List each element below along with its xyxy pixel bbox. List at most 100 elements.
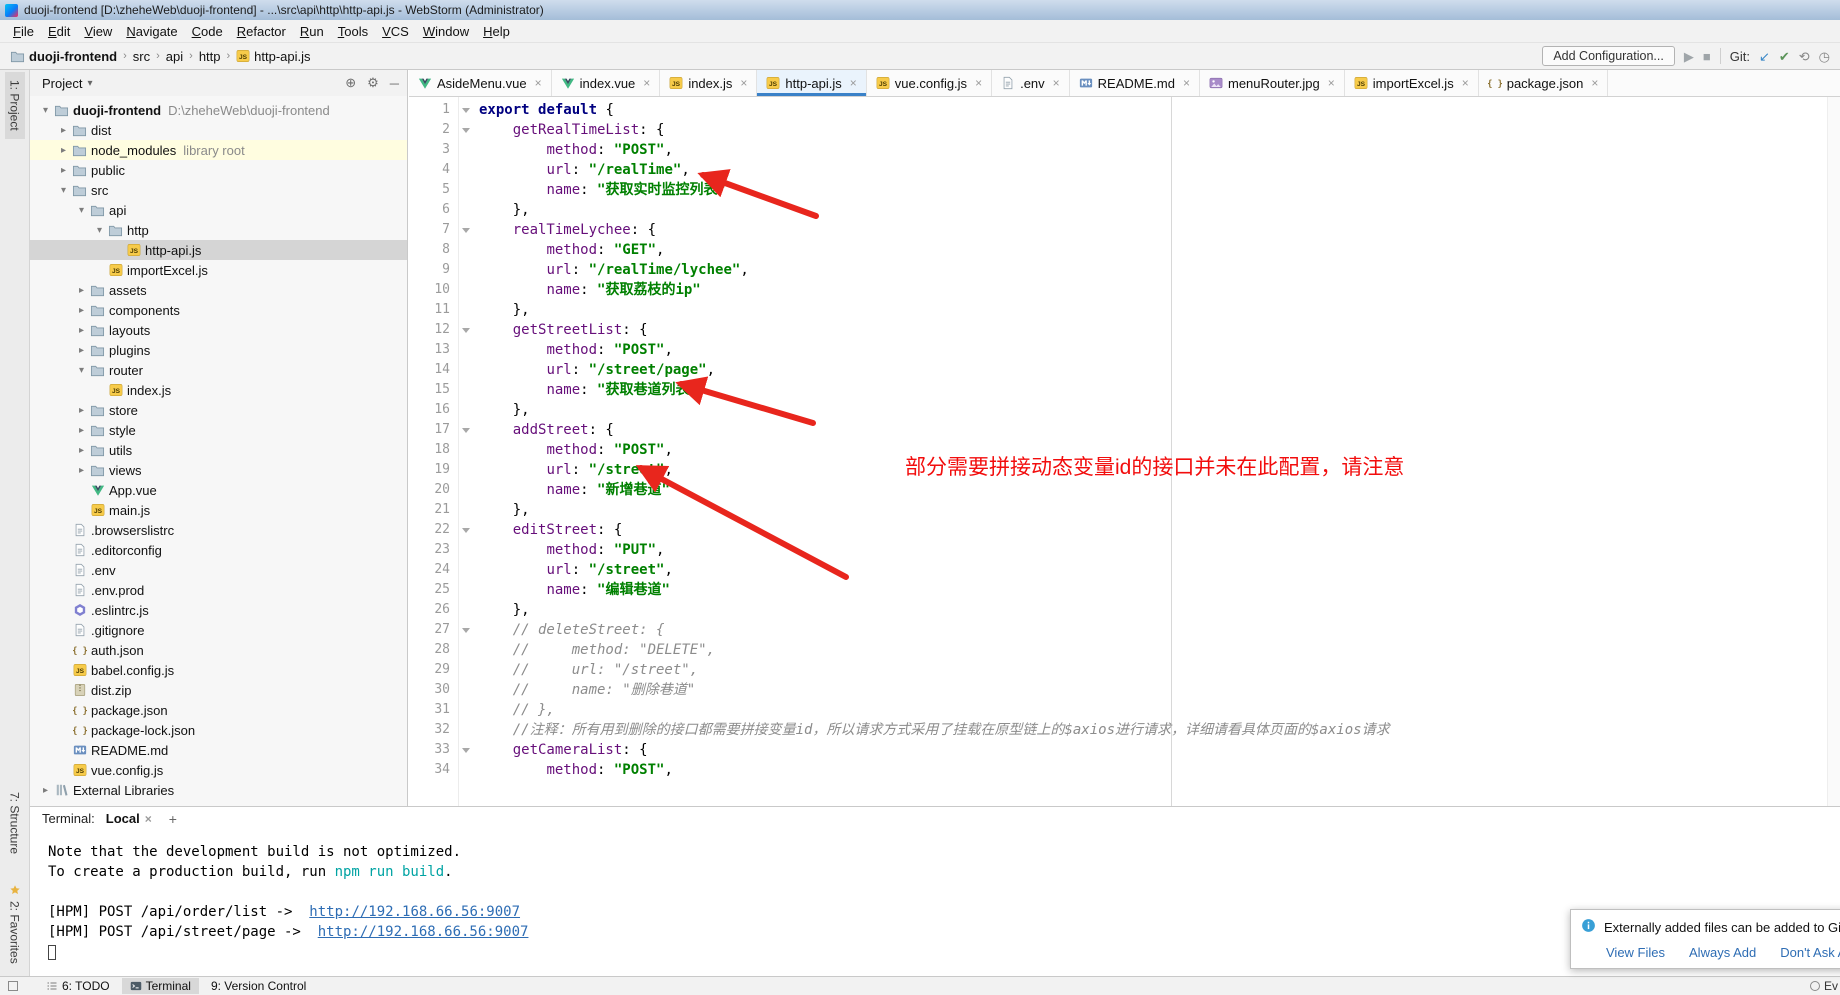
chevron-right-icon[interactable]: ▸ [38,785,53,796]
close-icon[interactable]: × [1591,76,1598,90]
close-icon[interactable]: × [1183,76,1190,90]
menu-item-run[interactable]: Run [293,22,331,41]
terminal-link[interactable]: http://192.168.66.56:9007 [309,904,520,920]
editor-tab[interactable]: JSindex.js× [660,70,757,96]
chevron-right-icon[interactable]: ▸ [74,325,89,336]
project-tree-item[interactable]: { }package-lock.json [30,720,407,740]
close-icon[interactable]: × [643,76,650,90]
close-icon[interactable]: × [145,812,152,826]
project-tree-item[interactable]: JShttp-api.js [30,240,407,260]
menu-item-view[interactable]: View [77,22,119,41]
chevron-right-icon[interactable]: ▸ [74,285,89,296]
fold-icon[interactable] [462,108,470,113]
project-tree-item[interactable]: ▾duoji-frontendD:\zheheWeb\duoji-fronten… [30,100,407,120]
project-tree-item[interactable]: dist.zip [30,680,407,700]
project-tree-item[interactable]: ▸plugins [30,340,407,360]
editor-tab[interactable]: { }package.json× [1479,70,1609,96]
chevron-right-icon[interactable]: ▸ [74,465,89,476]
breadcrumb-item[interactable]: duoji-frontend [10,49,117,64]
tool-stripe-2-favorites[interactable]: 2: Favorites [5,876,25,972]
chevron-right-icon[interactable]: ▸ [56,165,71,176]
editor-tab[interactable]: AsideMenu.vue× [409,70,552,96]
fold-icon[interactable] [462,628,470,633]
project-tree-item[interactable]: .browserslistrc [30,520,407,540]
menu-item-tools[interactable]: Tools [331,22,375,41]
statusbar-item-9-version-control[interactable]: 9: Version Control [203,978,314,994]
chevron-right-icon[interactable]: ▸ [74,425,89,436]
project-tree-item[interactable]: ▸utils [30,440,407,460]
chevron-right-icon[interactable]: ▸ [74,345,89,356]
settings-icon[interactable]: ⚙ [367,75,379,91]
close-icon[interactable]: × [535,76,542,90]
project-tree-item[interactable]: { }package.json [30,700,407,720]
close-icon[interactable]: × [1053,76,1060,90]
menu-item-code[interactable]: Code [185,22,230,41]
project-tree-item[interactable]: .env.prod [30,580,407,600]
hide-icon[interactable]: ─ [390,76,399,91]
tool-window-quick-access-icon[interactable] [8,981,18,991]
fold-icon[interactable] [462,328,470,333]
chevron-right-icon[interactable]: ▸ [74,445,89,456]
fold-icon[interactable] [462,528,470,533]
stop-icon[interactable]: ■ [1703,50,1711,63]
editor-tab[interactable]: README.md× [1070,70,1200,96]
statusbar-item-terminal[interactable]: Terminal [122,978,199,994]
project-tree[interactable]: ▾duoji-frontendD:\zheheWeb\duoji-fronten… [30,100,407,806]
menu-item-refactor[interactable]: Refactor [230,22,293,41]
close-icon[interactable]: × [850,76,857,90]
project-tree-item[interactable]: ▾http [30,220,407,240]
project-tree-item[interactable]: ▸dist [30,120,407,140]
editor-tab[interactable]: .env× [992,70,1070,96]
close-icon[interactable]: × [975,76,982,90]
project-tree-item[interactable]: README.md [30,740,407,760]
project-tree-item[interactable]: ▾src [30,180,407,200]
editor-tab[interactable]: menuRouter.jpg× [1200,70,1345,96]
chevron-right-icon[interactable]: ▸ [56,125,71,136]
git-rollback-icon[interactable]: ⟲ [1799,50,1810,63]
project-tree-item[interactable]: ▸assets [30,280,407,300]
project-tree-item[interactable]: ▸views [30,460,407,480]
editor-tab[interactable]: JSimportExcel.js× [1345,70,1479,96]
terminal-tab-local[interactable]: Local × [99,809,159,828]
notification-action[interactable]: Don't Ask Agai [1780,945,1840,960]
chevron-down-icon[interactable]: ▾ [87,78,92,89]
breadcrumb-item[interactable]: src [133,49,150,64]
tool-stripe-1-project[interactable]: 1: Project [5,72,25,139]
project-tree-item[interactable]: JSvue.config.js [30,760,407,780]
editor-gutter[interactable]: 1234567891011121314151617181920212223242… [409,97,459,806]
project-tree-item[interactable]: ▸components [30,300,407,320]
breadcrumb-item[interactable]: http [199,49,221,64]
breadcrumb-item[interactable]: JShttp-api.js [236,49,310,64]
project-tree-item[interactable]: JSmain.js [30,500,407,520]
project-tree-item[interactable]: ▸store [30,400,407,420]
chevron-right-icon[interactable]: ▸ [56,145,71,156]
project-tree-item[interactable]: JSbabel.config.js [30,660,407,680]
menu-item-help[interactable]: Help [476,22,517,41]
project-tree-item[interactable]: ▸public [30,160,407,180]
project-tree-item[interactable]: { }auth.json [30,640,407,660]
menu-item-window[interactable]: Window [416,22,476,41]
close-icon[interactable]: × [1462,76,1469,90]
project-tree-item[interactable]: .gitignore [30,620,407,640]
history-icon[interactable]: ◷ [1819,50,1830,63]
project-tree-item[interactable]: App.vue [30,480,407,500]
project-tree-item[interactable]: ▾api [30,200,407,220]
tool-stripe-7-structure[interactable]: 7: Structure [5,784,25,862]
new-terminal-icon[interactable]: + [169,811,177,827]
menu-item-edit[interactable]: Edit [41,22,77,41]
notification-action[interactable]: View Files [1606,945,1665,960]
project-panel-title[interactable]: Project [42,76,82,91]
chevron-down-icon[interactable]: ▾ [38,105,53,116]
locate-icon[interactable]: ⊕ [345,75,356,91]
git-update-icon[interactable]: ↙ [1759,50,1770,63]
close-icon[interactable]: × [740,76,747,90]
fold-icon[interactable] [462,228,470,233]
terminal-output[interactable]: Note that the development build is not o… [30,830,1840,962]
project-tree-item[interactable]: .eslintrc.js [30,600,407,620]
event-log-button[interactable]: Ev [1810,979,1838,993]
chevron-right-icon[interactable]: ▸ [74,405,89,416]
menu-item-file[interactable]: File [6,22,41,41]
chevron-down-icon[interactable]: ▾ [74,365,89,376]
editor-scrollbar[interactable] [1827,97,1840,806]
editor-tab[interactable]: JShttp-api.js× [757,70,866,96]
